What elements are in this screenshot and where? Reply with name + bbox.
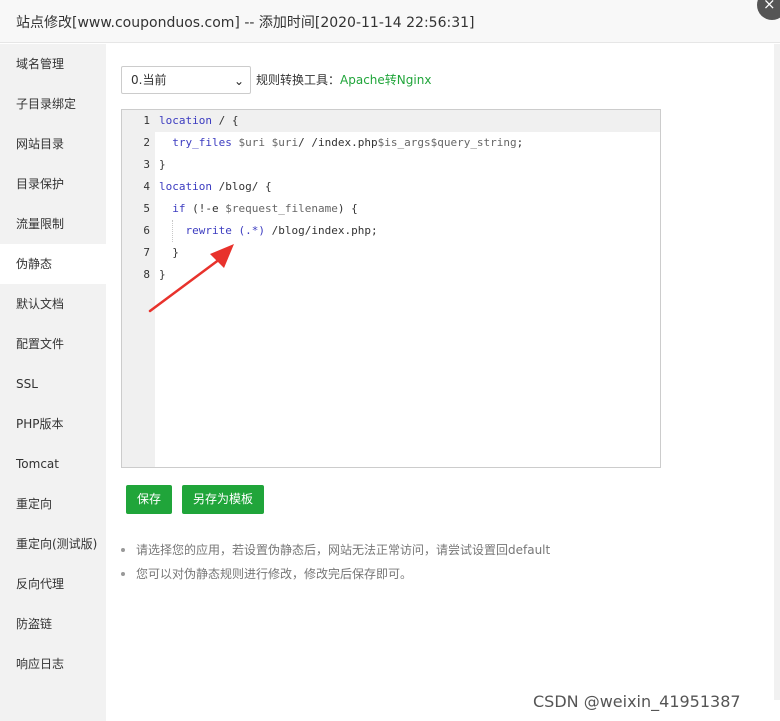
sidebar-item-response-log[interactable]: 响应日志 (0, 644, 106, 684)
code-line: if (!-e $request_filename) { (172, 202, 358, 215)
line-number: 5 (143, 202, 150, 215)
line-number: 4 (143, 180, 150, 193)
sidebar-item-redirect[interactable]: 重定向 (0, 484, 106, 524)
code-line: location /blog/ { (159, 180, 272, 193)
rule-conversion-label: 规则转换工具： (256, 73, 341, 87)
line-number: 6 (143, 224, 150, 237)
sidebar-item-config-file[interactable]: 配置文件 (0, 324, 106, 364)
code-line: rewrite (.*) /blog/index.php; (185, 224, 378, 237)
code-line: try_files $uri $uri/ /index.php$is_args$… (172, 136, 524, 149)
sidebar-item-domain-management[interactable]: 域名管理 (0, 44, 106, 84)
rewrite-panel: 0.当前 ⌄ 规则转换工具：Apache转Nginx 1 2 3 4 5 6 7… (106, 44, 774, 721)
version-select-value: 0.当前 (131, 73, 167, 87)
bullet-icon (121, 547, 125, 552)
line-number: 2 (143, 136, 150, 149)
close-icon: × (763, 0, 776, 13)
site-edit-dialog: 站点修改[www.couponduos.com] -- 添加时间[2020-11… (0, 0, 780, 721)
line-number: 1 (143, 114, 150, 127)
tip-item: 请选择您的应用，若设置伪静态后，网站无法正常访问，请尝试设置回default (121, 541, 550, 558)
sidebar-item-site-directory[interactable]: 网站目录 (0, 124, 106, 164)
rule-conversion-tool: 规则转换工具：Apache转Nginx (256, 71, 431, 88)
dialog-scrollbar[interactable] (774, 44, 780, 700)
sidebar-item-ssl[interactable]: SSL (0, 364, 106, 404)
arrow-shaft (148, 254, 226, 313)
sidebar-item-reverse-proxy[interactable]: 反向代理 (0, 564, 106, 604)
tip-text: 您可以对伪静态规则进行修改，修改完后保存即可。 (136, 567, 413, 581)
apache-to-nginx-link[interactable]: Apache转Nginx (340, 73, 431, 87)
sidebar-item-php-version[interactable]: PHP版本 (0, 404, 106, 444)
sidebar-item-traffic-limit[interactable]: 流量限制 (0, 204, 106, 244)
sidebar-item-hotlink-protection[interactable]: 防盗链 (0, 604, 106, 644)
sidebar-item-directory-protection[interactable]: 目录保护 (0, 164, 106, 204)
sidebar: 域名管理 子目录绑定 网站目录 目录保护 流量限制 伪静态 默认文档 配置文件 … (0, 44, 106, 721)
rewrite-version-select[interactable]: 0.当前 ⌄ (121, 66, 251, 94)
chevron-down-icon: ⌄ (233, 74, 244, 88)
sidebar-item-redirect-beta[interactable]: 重定向(测试版) (0, 524, 106, 564)
tip-item: 您可以对伪静态规则进行修改，修改完后保存即可。 (121, 565, 412, 582)
dialog-title: 站点修改[www.couponduos.com] -- 添加时间[2020-11… (16, 15, 475, 31)
sidebar-item-tomcat[interactable]: Tomcat (0, 444, 106, 484)
save-as-template-button[interactable]: 另存为模板 (182, 485, 264, 514)
code-line: } (159, 158, 166, 171)
save-button[interactable]: 保存 (126, 485, 172, 514)
sidebar-item-subdirectory-binding[interactable]: 子目录绑定 (0, 84, 106, 124)
code-line: location / { (159, 114, 239, 127)
red-arrow-annotation (148, 244, 234, 313)
csdn-watermark: CSDN @weixin_41951387 (533, 692, 741, 711)
sidebar-item-default-document[interactable]: 默认文档 (0, 284, 106, 324)
line-number: 3 (143, 158, 150, 171)
dialog-titlebar: 站点修改[www.couponduos.com] -- 添加时间[2020-11… (0, 0, 780, 43)
tip-text: 请选择您的应用，若设置伪静态后，网站无法正常访问，请尝试设置回default (136, 543, 551, 557)
sidebar-item-rewrite[interactable]: 伪静态 (0, 244, 106, 284)
bullet-icon (121, 571, 125, 576)
